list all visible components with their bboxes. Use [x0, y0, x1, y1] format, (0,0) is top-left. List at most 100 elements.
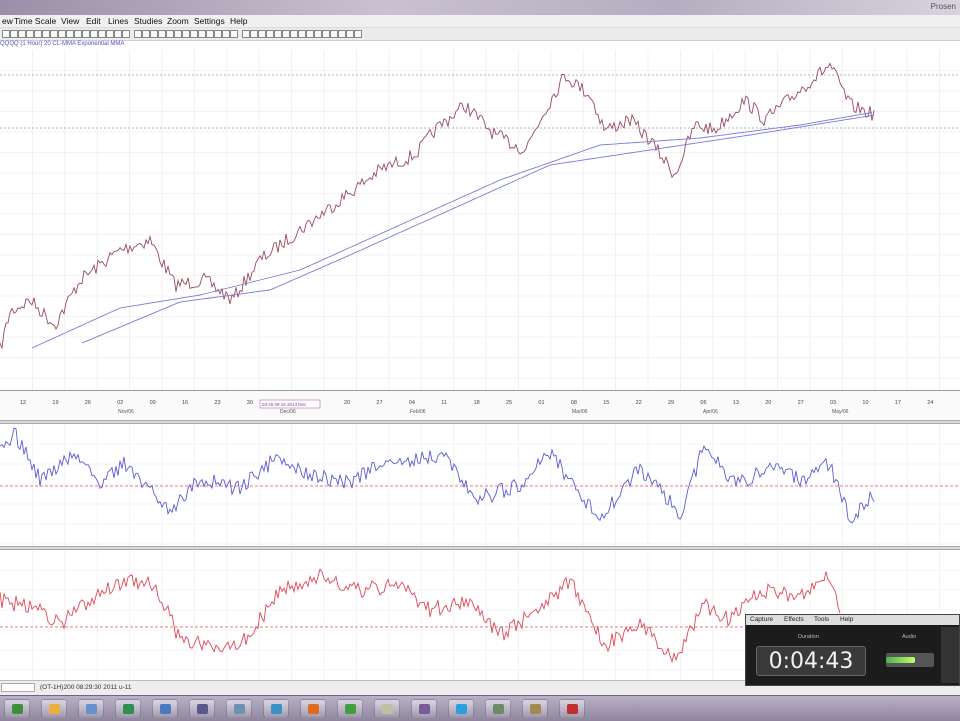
recorder-menu-effects[interactable]: Effects [784, 616, 804, 623]
audio-level-fill [886, 657, 915, 663]
toolbar-button[interactable] [58, 30, 66, 38]
menu-view-partial[interactable]: ew [2, 16, 13, 26]
menu-help[interactable]: Help [230, 16, 247, 26]
toolbar [0, 28, 960, 41]
toolbar-button[interactable] [142, 30, 150, 38]
x-tick-label: 13 [733, 400, 739, 406]
toolbar-button[interactable] [298, 30, 306, 38]
toolbar-button[interactable] [182, 30, 190, 38]
taskbar-button-1[interactable] [41, 699, 67, 718]
toolbar-button[interactable] [2, 30, 10, 38]
toolbar-button[interactable] [338, 30, 346, 38]
chrome-icon [345, 704, 356, 714]
menu-settings[interactable]: Settings [194, 16, 225, 26]
x-tick-label: 23 [214, 400, 220, 406]
toolbar-button[interactable] [134, 30, 142, 38]
price-chart-panel[interactable] [0, 50, 960, 390]
toolbar-button[interactable] [66, 30, 74, 38]
toolbar-button[interactable] [222, 30, 230, 38]
taskbar-button-0[interactable] [4, 699, 30, 718]
toolbar-button[interactable] [106, 30, 114, 38]
toolbar-button[interactable] [114, 30, 122, 38]
taskbar-button-14[interactable] [522, 699, 548, 718]
recording-timer: 0:04:43 [756, 646, 866, 676]
oscillator-1-chart [0, 424, 960, 546]
menu-time-scale[interactable]: Time Scale [14, 16, 56, 26]
taskbar-button-5[interactable] [189, 699, 215, 718]
toolbar-button[interactable] [354, 30, 362, 38]
toolbar-button[interactable] [10, 30, 18, 38]
toolbar-button[interactable] [290, 30, 298, 38]
toolbar-button[interactable] [158, 30, 166, 38]
menu-zoom[interactable]: Zoom [167, 16, 189, 26]
toolbar-button[interactable] [198, 30, 206, 38]
toolbar-button[interactable] [74, 30, 82, 38]
taskbar-button-10[interactable] [374, 699, 400, 718]
toolbar-button[interactable] [314, 30, 322, 38]
taskbar-button-12[interactable] [448, 699, 474, 718]
toolbar-button[interactable] [322, 30, 330, 38]
taskbar-button-13[interactable] [485, 699, 511, 718]
toolbar-button[interactable] [42, 30, 50, 38]
toolbar-button[interactable] [98, 30, 106, 38]
x-tick-label: 17 [895, 400, 901, 406]
taskbar-button-4[interactable] [152, 699, 178, 718]
menu-bar: ew Time Scale View Edit Lines Studies Zo… [0, 15, 960, 28]
recorder-menu-capture[interactable]: Capture [750, 616, 773, 623]
time-axis-labels: 1219260209162330061320270411182501081522… [0, 391, 960, 421]
toolbar-button[interactable] [82, 30, 90, 38]
toolbar-button[interactable] [306, 30, 314, 38]
taskbar-button-9[interactable] [337, 699, 363, 718]
grid [0, 50, 960, 390]
x-tick-label: 27 [798, 400, 804, 406]
toolbar-button[interactable] [150, 30, 158, 38]
audio-level-meter[interactable] [886, 653, 934, 667]
screen-recorder-widget[interactable]: Capture Effects Tools Help Duration Audi… [745, 614, 960, 686]
x-tick-label: 20 [344, 400, 350, 406]
taskbar-button-15[interactable] [559, 699, 585, 718]
recorder-menu-tools[interactable]: Tools [814, 616, 829, 623]
toolbar-button[interactable] [242, 30, 250, 38]
toolbar-button[interactable] [230, 30, 238, 38]
recorder-menu-help[interactable]: Help [840, 616, 853, 623]
taskbar-button-3[interactable] [115, 699, 141, 718]
toolbar-button[interactable] [214, 30, 222, 38]
toolbar-button[interactable] [282, 30, 290, 38]
recorder-side-handle[interactable] [941, 627, 959, 683]
toolbar-button[interactable] [190, 30, 198, 38]
toolbar-button[interactable] [250, 30, 258, 38]
toolbar-button[interactable] [18, 30, 26, 38]
toolbar-button[interactable] [166, 30, 174, 38]
toolbar-button[interactable] [50, 30, 58, 38]
taskbar-button-7[interactable] [263, 699, 289, 718]
x-tick-label: 08 [571, 400, 577, 406]
toolbar-button[interactable] [174, 30, 182, 38]
x-tick-label: 18 [474, 400, 480, 406]
taskbar-button-2[interactable] [78, 699, 104, 718]
toolbar-button[interactable] [266, 30, 274, 38]
chart-app-icon [197, 704, 208, 714]
toolbar-button[interactable] [258, 30, 266, 38]
menu-lines[interactable]: Lines [108, 16, 128, 26]
toolbar-button[interactable] [346, 30, 354, 38]
toolbar-button[interactable] [274, 30, 282, 38]
month-label: May/06 [832, 409, 849, 415]
price-chart [0, 50, 960, 390]
toolbar-button[interactable] [206, 30, 214, 38]
notepad-icon [382, 704, 393, 714]
menu-edit[interactable]: Edit [86, 16, 101, 26]
taskbar-button-6[interactable] [226, 699, 252, 718]
menu-view[interactable]: View [61, 16, 79, 26]
toolbar-button[interactable] [330, 30, 338, 38]
oscillator-panel-1[interactable] [0, 424, 960, 546]
taskbar-button-8[interactable] [300, 699, 326, 718]
price-series [0, 63, 874, 348]
taskbar-button-11[interactable] [411, 699, 437, 718]
duration-label: Duration [798, 634, 819, 640]
x-tick-label: 25 [506, 400, 512, 406]
toolbar-button[interactable] [34, 30, 42, 38]
toolbar-button[interactable] [90, 30, 98, 38]
menu-studies[interactable]: Studies [134, 16, 162, 26]
toolbar-button[interactable] [122, 30, 130, 38]
toolbar-button[interactable] [26, 30, 34, 38]
